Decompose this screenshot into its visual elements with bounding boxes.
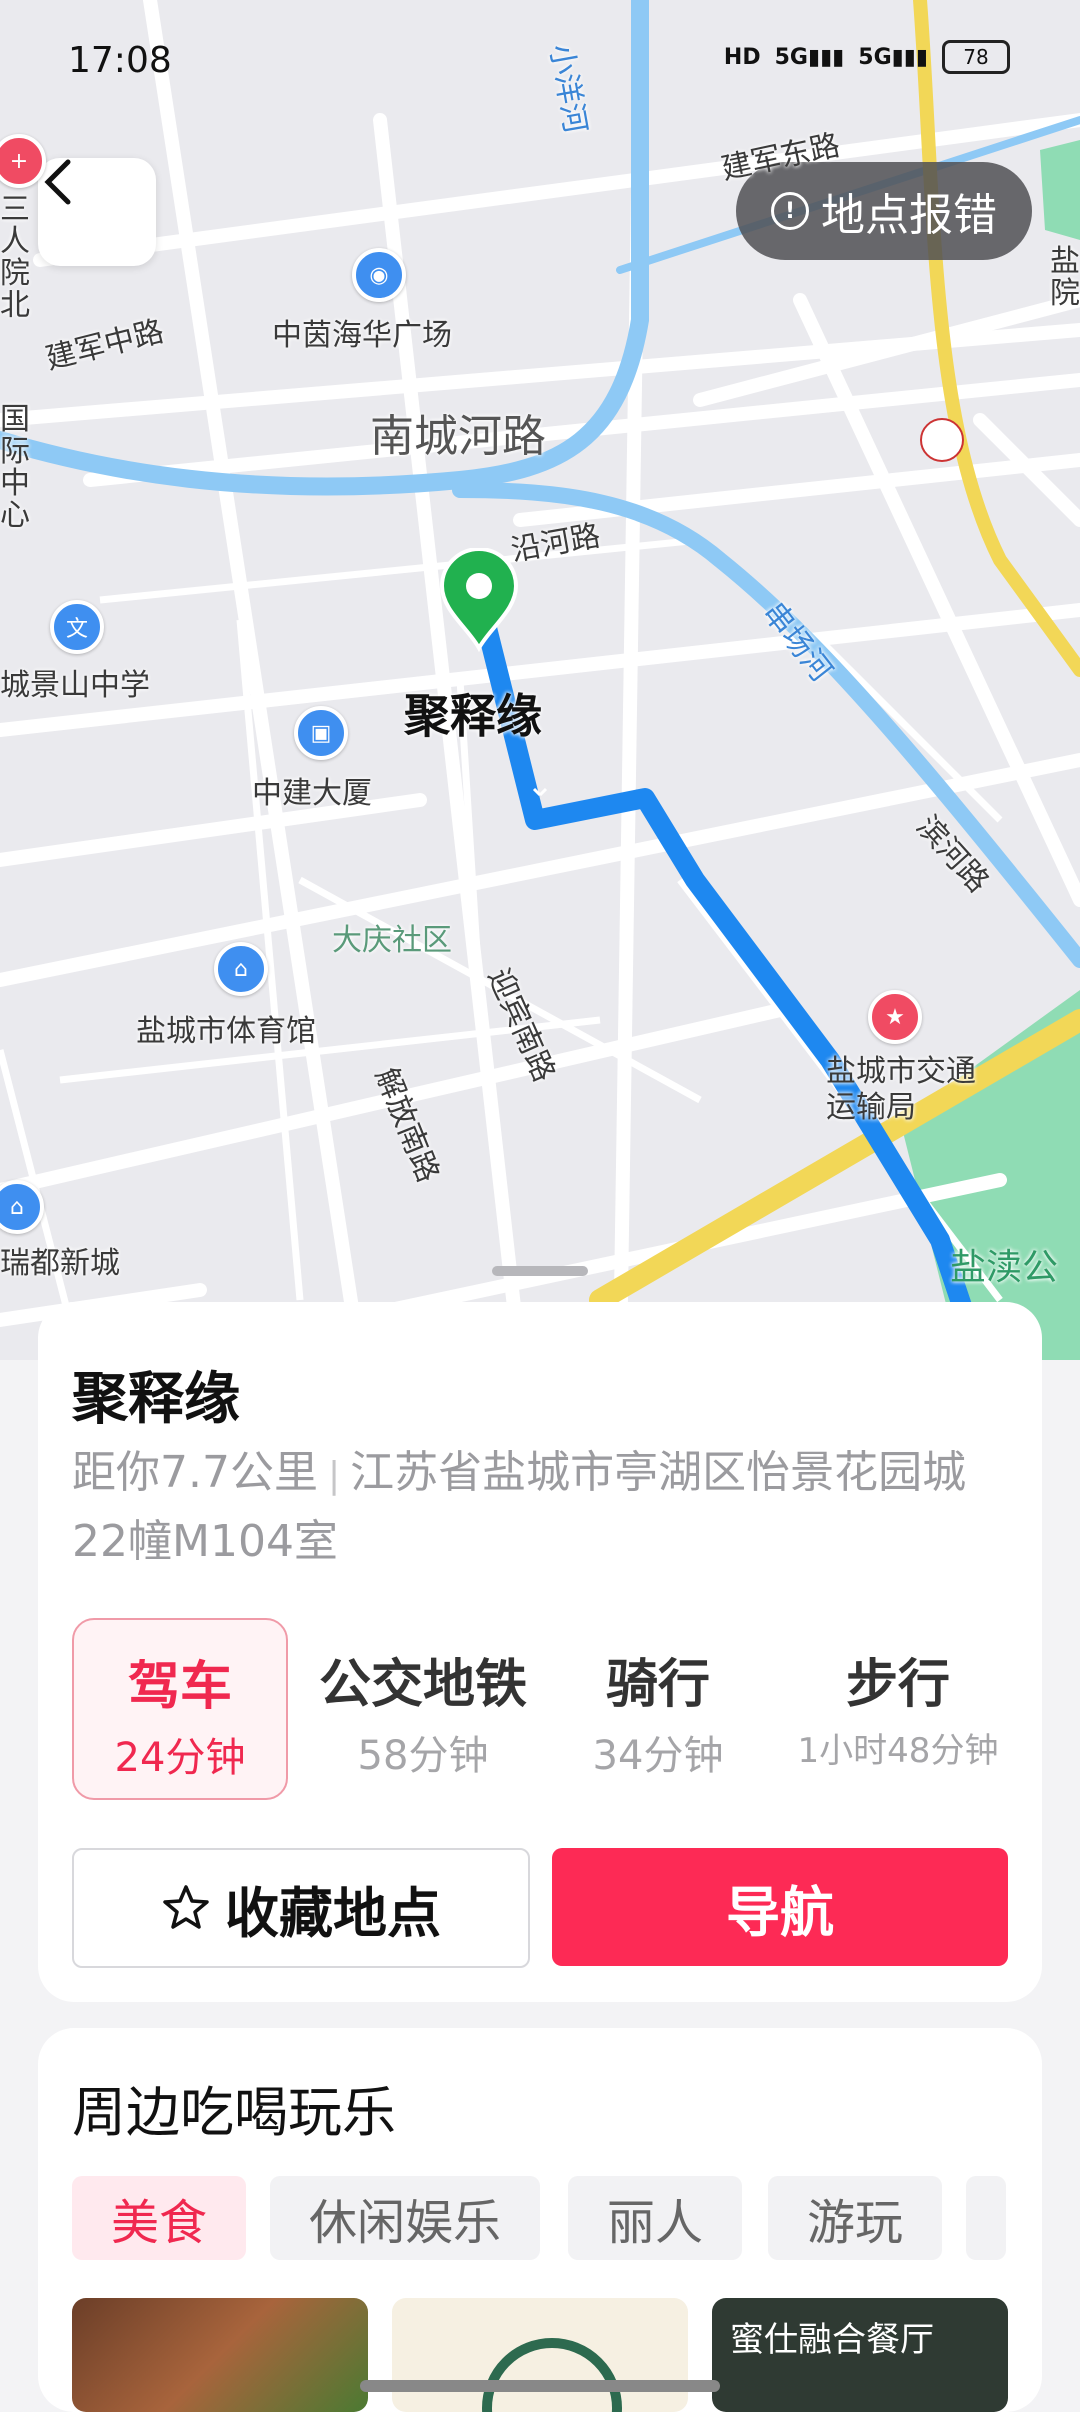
mode-label: 骑行 bbox=[605, 1655, 710, 1715]
mode-drive[interactable]: 驾车 24分钟 bbox=[72, 1618, 288, 1800]
sheet-drag-handle[interactable] bbox=[492, 1266, 588, 1276]
nearby-title: 周边吃喝玩乐 bbox=[72, 2081, 396, 2144]
chip-play[interactable]: 游玩 bbox=[768, 2176, 942, 2260]
place-meta: 距你7.7公里 | 江苏省盐城市亭湖区怡景花园城22幢M104室 bbox=[72, 1440, 1012, 1575]
place-name: 聚释缘 bbox=[72, 1367, 240, 1432]
nearby-thumb-3[interactable]: 蜜仕融合餐厅 bbox=[712, 2298, 1008, 2412]
report-label: 地点报错 bbox=[821, 190, 997, 241]
label-sports-center[interactable]: 盐城市体育馆 bbox=[136, 1006, 316, 1050]
status-bar: 17:08 HD 5G▮▮▮ 5G▮▮▮ 78 bbox=[0, 0, 1080, 120]
label-daqing-community: 大庆社区 bbox=[332, 923, 452, 958]
chip-food[interactable]: 美食 bbox=[72, 2176, 246, 2260]
nearby-thumb-1[interactable] bbox=[72, 2298, 368, 2412]
favorite-place-button[interactable]: 收藏地点 bbox=[72, 1848, 530, 1968]
label-zhongyin-plaza[interactable]: 中茵海华广场 bbox=[272, 310, 452, 354]
hd-icon: HD bbox=[723, 44, 761, 70]
place-distance: 距你7.7公里 bbox=[72, 1447, 318, 1498]
report-location-error-button[interactable]: ! 地点报错 bbox=[736, 162, 1032, 260]
label-yancheng-right: 盐院 bbox=[1050, 244, 1080, 311]
label-guoji-center: 国际中心 bbox=[0, 402, 30, 533]
mode-time: 34分钟 bbox=[592, 1733, 724, 1779]
thumb-caption: 蜜仕融合餐厅 bbox=[730, 2320, 934, 2360]
mode-cycling[interactable]: 骑行 34分钟 bbox=[552, 1618, 764, 1796]
separator: | bbox=[327, 1455, 341, 1496]
mode-time: 24分钟 bbox=[114, 1735, 246, 1781]
signal-icon-2: 5G▮▮▮ bbox=[858, 44, 928, 70]
label-yandu-park: 盐渎公 bbox=[950, 1247, 1059, 1288]
favorite-label: 收藏地点 bbox=[225, 1881, 441, 1945]
map-view[interactable]: 17:08 HD 5G▮▮▮ 5G▮▮▮ 78 ! 地点报错 建军东路 建军中路… bbox=[0, 0, 1080, 1360]
mode-label: 公交地铁 bbox=[318, 1655, 527, 1715]
home-indicator[interactable] bbox=[360, 2380, 720, 2392]
battery-icon: 78 bbox=[942, 40, 1010, 74]
back-button[interactable] bbox=[38, 158, 156, 266]
nearby-card: 周边吃喝玩乐 美食 休闲娱乐 丽人 游玩 蜜仕融合餐厅 bbox=[38, 2028, 1042, 2412]
mode-label: 驾车 bbox=[127, 1657, 232, 1717]
status-icons: HD 5G▮▮▮ 5G▮▮▮ 78 bbox=[724, 40, 1010, 74]
label-sanren-hospital: 三人院北 bbox=[0, 192, 30, 323]
stadium-icon[interactable]: ⌂ bbox=[214, 942, 268, 996]
label-jingshan-school[interactable]: 城景山中学 bbox=[0, 660, 150, 704]
shopping-icon[interactable]: ◉ bbox=[352, 248, 406, 302]
nearby-thumb-2[interactable] bbox=[392, 2298, 688, 2412]
info-icon: ! bbox=[771, 192, 809, 230]
school-icon[interactable]: 文 bbox=[50, 600, 104, 654]
mode-walking[interactable]: 步行 1小时48分钟 bbox=[778, 1618, 1018, 1796]
mode-transit[interactable]: 公交地铁 58分钟 bbox=[308, 1618, 538, 1796]
place-detail-card: 聚释缘 距你7.7公里 | 江苏省盐城市亭湖区怡景花园城22幢M104室 驾车 24… bbox=[38, 1302, 1042, 2002]
location-pin-icon[interactable] bbox=[438, 548, 520, 652]
park-area-top bbox=[1040, 140, 1080, 240]
mode-time: 58分钟 bbox=[357, 1733, 489, 1779]
label-ruidu-new-city[interactable]: 瑞都新城 bbox=[0, 1238, 120, 1282]
chip-beauty[interactable]: 丽人 bbox=[568, 2176, 742, 2260]
label-destination: 聚释缘 bbox=[404, 689, 542, 743]
chip-more[interactable] bbox=[966, 2176, 1006, 2260]
building-icon[interactable]: ▣ bbox=[294, 706, 348, 760]
label-nancheng-river-road: 南城河路 bbox=[370, 411, 546, 462]
mode-time: 1小时48分钟 bbox=[797, 1731, 999, 1771]
logo-icon bbox=[482, 2338, 622, 2412]
mode-label: 步行 bbox=[845, 1655, 950, 1715]
route-line bbox=[470, 597, 990, 1360]
chip-leisure[interactable]: 休闲娱乐 bbox=[270, 2176, 540, 2260]
label-zhongjian-building[interactable]: 中建大厦 bbox=[252, 768, 372, 812]
star-icon bbox=[163, 1885, 209, 1929]
signal-icon-1: 5G▮▮▮ bbox=[774, 44, 845, 70]
navigate-button[interactable]: 导航 bbox=[552, 1848, 1008, 1966]
gas-station-icon[interactable] bbox=[920, 418, 964, 462]
label-transport-bureau[interactable]: 盐城市交通运输局 bbox=[826, 1054, 976, 1126]
status-time: 17:08 bbox=[68, 40, 172, 81]
government-icon[interactable]: ★ bbox=[868, 990, 922, 1044]
